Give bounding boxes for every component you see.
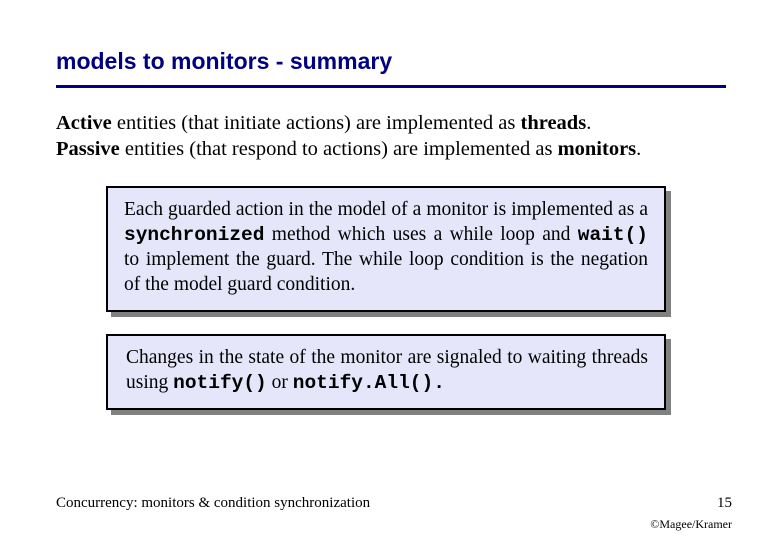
footer-left: Concurrency: monitors & condition synchr…: [56, 495, 370, 512]
monitors-keyword: monitors: [558, 138, 637, 160]
callout-box-1: Each guarded action in the model of a mo…: [106, 186, 666, 312]
box2-code2: notify.All().: [293, 372, 445, 394]
callout-box-2: Changes in the state of the monitor are …: [106, 334, 666, 410]
body-line-1: Active entities (that initiate actions) …: [56, 110, 732, 136]
threads-keyword: threads: [521, 112, 587, 134]
box1-part3: to implement the guard. The while loop c…: [124, 249, 648, 295]
box1-part2: method which uses a while loop and: [264, 224, 577, 245]
box-container: Each guarded action in the model of a mo…: [106, 186, 666, 410]
slide: models to monitors - summary Active enti…: [0, 0, 780, 540]
active-keyword: Active: [56, 112, 112, 134]
credit: ©Magee/Kramer: [650, 517, 732, 532]
body-text: Active entities (that initiate actions) …: [56, 110, 732, 162]
footer: Concurrency: monitors & condition synchr…: [56, 495, 732, 512]
title-rule: [56, 85, 726, 88]
box1-code2: wait(): [578, 224, 648, 246]
body-line-2-mid: entities (that respond to actions) are i…: [120, 138, 558, 160]
box1-code1: synchronized: [124, 224, 264, 246]
passive-keyword: Passive: [56, 138, 120, 160]
body-line-2: Passive entities (that respond to action…: [56, 136, 732, 162]
box1-part1: Each guarded action in the model of a mo…: [124, 199, 648, 220]
body-line-2-end: .: [636, 138, 641, 160]
box2-part2: or: [267, 372, 293, 393]
slide-title: models to monitors - summary: [56, 48, 732, 75]
page-number: 15: [717, 495, 732, 512]
body-line-1-mid: entities (that initiate actions) are imp…: [112, 112, 521, 134]
box2-code1: notify(): [173, 372, 267, 394]
body-line-1-end: .: [586, 112, 591, 134]
